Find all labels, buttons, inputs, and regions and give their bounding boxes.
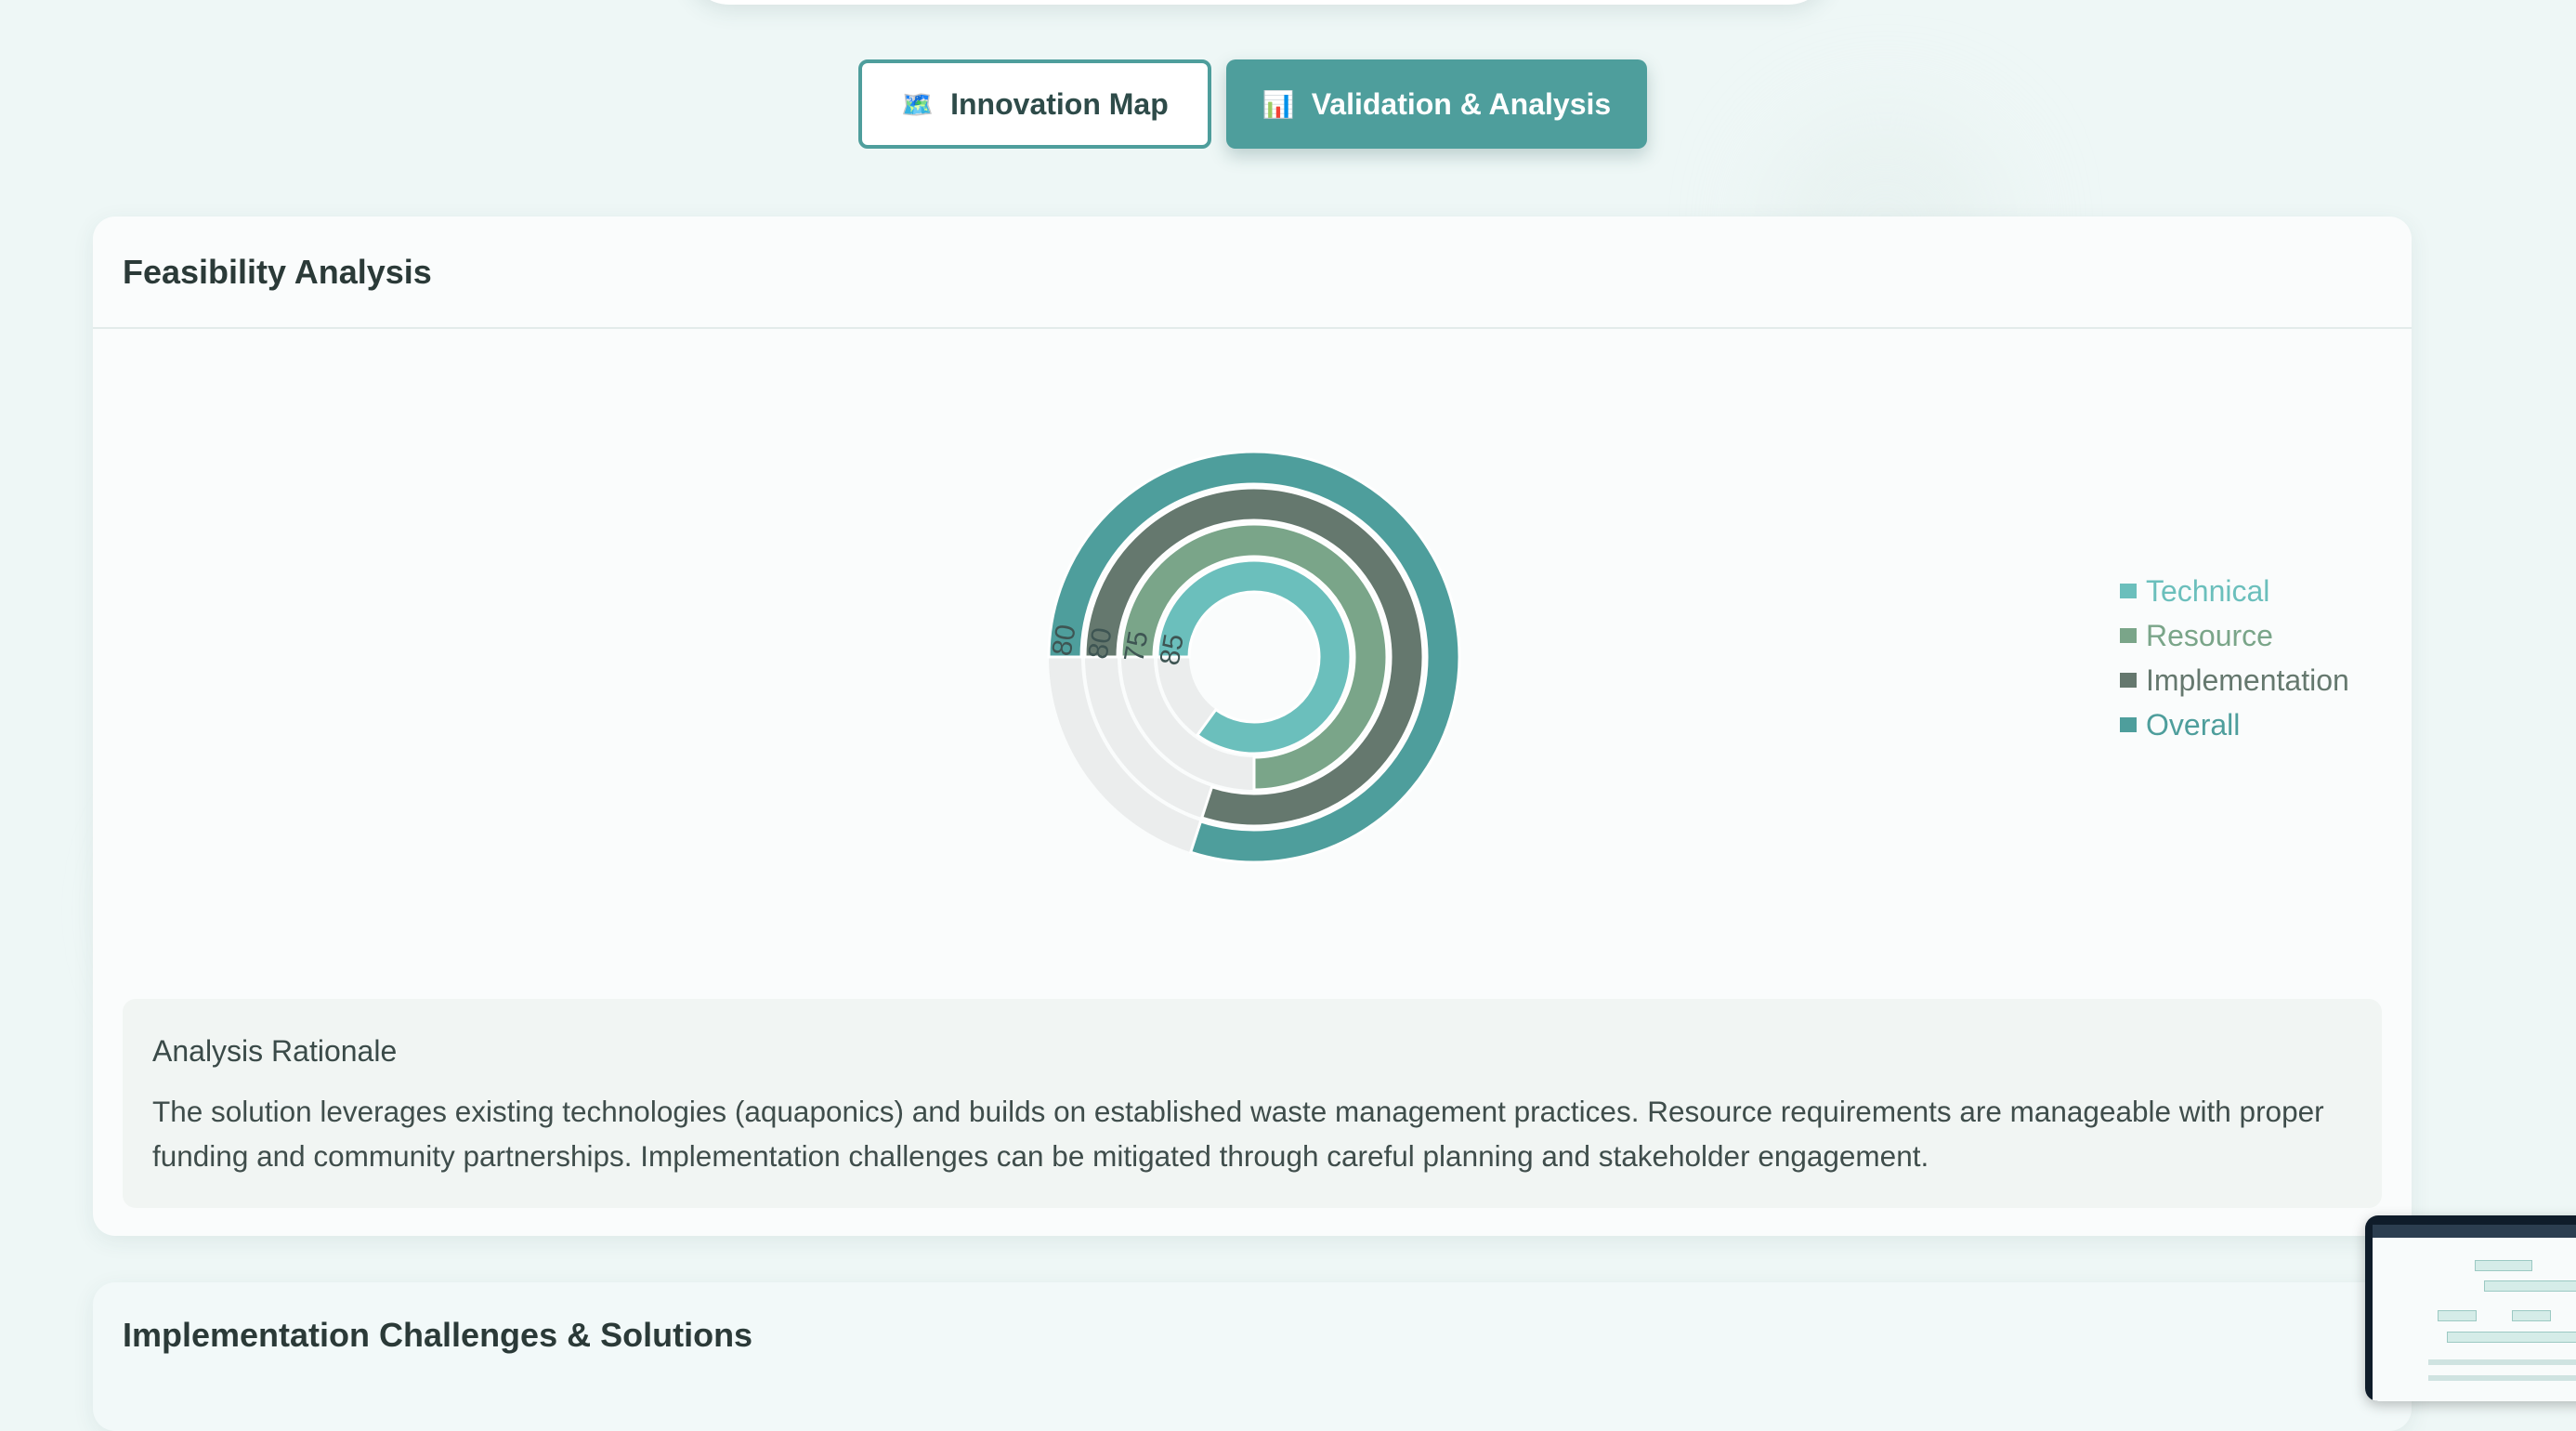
legend-item-overall[interactable]: Overall bbox=[2120, 702, 2349, 747]
legend-swatch bbox=[2120, 628, 2137, 643]
preview-node bbox=[2438, 1310, 2477, 1321]
legend-label: Technical bbox=[2146, 573, 2270, 608]
card-header: Feasibility Analysis bbox=[93, 217, 2412, 329]
chart-value-label: 85 bbox=[1155, 632, 1190, 668]
legend-label: Implementation bbox=[2146, 663, 2349, 697]
tab-label: Validation & Analysis bbox=[1311, 86, 1612, 121]
tab-validation-analysis[interactable]: 📊 Validation & Analysis bbox=[1226, 59, 1647, 149]
legend-item-technical[interactable]: Technical bbox=[2120, 569, 2349, 613]
map-icon: 🗺️ bbox=[901, 89, 935, 119]
preview-node bbox=[2484, 1280, 2576, 1292]
legend-label: Overall bbox=[2146, 707, 2241, 742]
legend-label: Resource bbox=[2146, 618, 2273, 652]
preview-toolbar bbox=[2373, 1225, 2576, 1238]
chart-value-label: 80 bbox=[1082, 625, 1118, 662]
legend-swatch bbox=[2120, 584, 2137, 598]
preview-node bbox=[2447, 1332, 2576, 1343]
screen-preview-thumbnail[interactable] bbox=[2365, 1215, 2576, 1401]
legend-swatch bbox=[2120, 717, 2137, 732]
preview-node bbox=[2475, 1260, 2532, 1271]
feasibility-radial-chart: 85758080 bbox=[1047, 450, 1461, 864]
chart-legend: Technical Resource Implementation Overall bbox=[2120, 569, 2349, 747]
card-header: Implementation Challenges & Solutions bbox=[93, 1282, 2412, 1388]
legend-item-resource[interactable]: Resource bbox=[2120, 613, 2349, 658]
implementation-card: Implementation Challenges & Solutions bbox=[93, 1282, 2412, 1431]
preview-node bbox=[2512, 1310, 2551, 1321]
preview-line bbox=[2428, 1359, 2576, 1365]
rationale-title: Analysis Rationale bbox=[152, 1034, 398, 1068]
view-tabs: 🗺️ Innovation Map 📊 Validation & Analysi… bbox=[858, 59, 1647, 149]
analysis-rationale-box: Analysis Rationale The solution leverage… bbox=[123, 999, 2382, 1208]
rationale-text: The solution leverages existing technolo… bbox=[152, 1095, 2324, 1173]
top-panel-edge bbox=[687, 0, 1830, 5]
chart-value-label: 80 bbox=[1047, 623, 1082, 659]
card-title: Implementation Challenges & Solutions bbox=[123, 1316, 753, 1354]
preview-line bbox=[2428, 1375, 2576, 1381]
card-title: Feasibility Analysis bbox=[123, 252, 432, 291]
legend-item-implementation[interactable]: Implementation bbox=[2120, 658, 2349, 702]
legend-swatch bbox=[2120, 673, 2137, 688]
chart-value-label: 75 bbox=[1118, 628, 1154, 664]
preview-content bbox=[2373, 1225, 2576, 1401]
tab-label: Innovation Map bbox=[950, 86, 1169, 121]
tab-innovation-map[interactable]: 🗺️ Innovation Map bbox=[858, 59, 1211, 149]
bar-chart-icon: 📊 bbox=[1262, 89, 1295, 119]
